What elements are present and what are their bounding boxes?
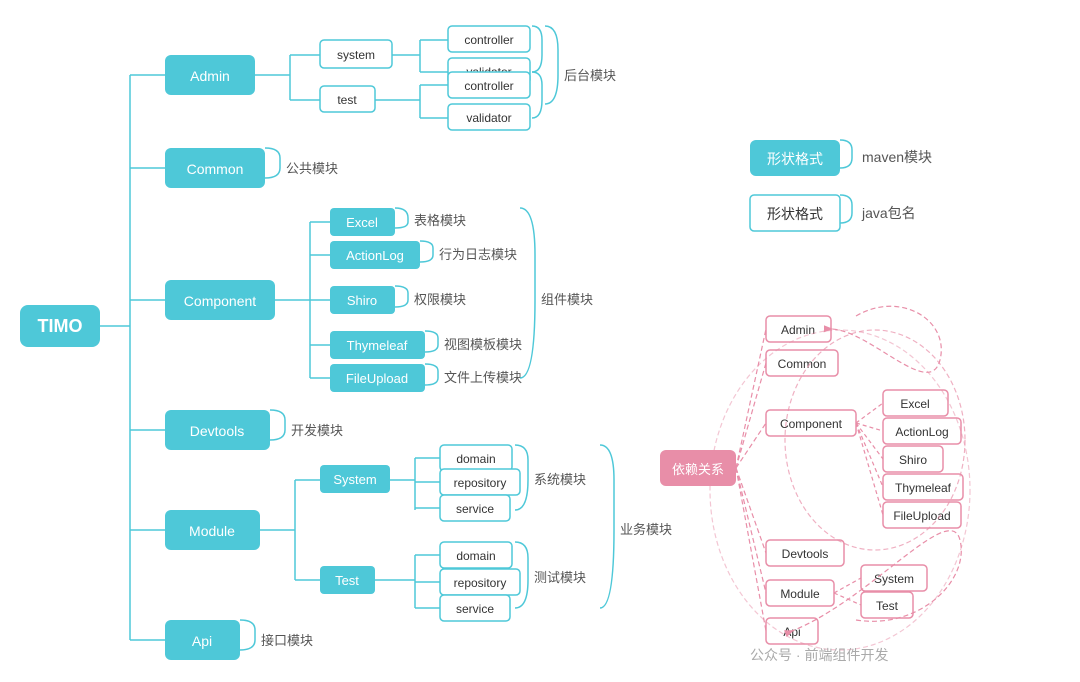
svg-text:test: test bbox=[337, 93, 357, 107]
legend-java-label: java包名 bbox=[861, 205, 916, 221]
node-component: Component bbox=[165, 280, 275, 320]
component-label: Component bbox=[184, 293, 256, 309]
right-system: System bbox=[861, 565, 927, 591]
svg-text:FileUpload: FileUpload bbox=[893, 509, 950, 523]
right-component: Component bbox=[766, 410, 856, 436]
node-excel: Excel bbox=[330, 208, 395, 236]
svg-text:Component: Component bbox=[780, 417, 843, 431]
node-test-admin: test bbox=[320, 86, 375, 112]
svg-text:Devtools: Devtools bbox=[782, 547, 829, 561]
node-thymeleaf: Thymeleaf bbox=[330, 331, 425, 359]
svg-text:Admin: Admin bbox=[781, 323, 815, 337]
svg-text:ActionLog: ActionLog bbox=[895, 425, 948, 439]
node-test-module: Test bbox=[320, 566, 375, 594]
node-actionlog: ActionLog bbox=[330, 241, 420, 269]
shiro-label: Shiro bbox=[347, 293, 377, 308]
right-common: Common bbox=[766, 350, 838, 376]
svg-text:Thymeleaf: Thymeleaf bbox=[895, 481, 952, 495]
node-repository-1: repository bbox=[440, 469, 520, 495]
dependency-node: 依赖关系 bbox=[660, 450, 736, 486]
node-admin: Admin bbox=[165, 55, 255, 95]
node-domain-1: domain bbox=[440, 445, 512, 471]
right-thymeleaf: Thymeleaf bbox=[883, 474, 963, 500]
node-fileupload: FileUpload bbox=[330, 364, 425, 392]
node-shiro: Shiro bbox=[330, 286, 395, 314]
right-test: Test bbox=[861, 592, 913, 618]
right-devtools: Devtools bbox=[766, 540, 844, 566]
module-module-label: 业务模块 bbox=[620, 522, 672, 537]
legend-shape-outline: 形状格式 bbox=[767, 206, 823, 222]
legend-maven-label: maven模块 bbox=[862, 149, 932, 165]
devtools-label: Devtools bbox=[190, 423, 244, 439]
svg-text:Excel: Excel bbox=[900, 397, 929, 411]
timo-label: TIMO bbox=[38, 316, 83, 336]
right-module: Module bbox=[766, 580, 834, 606]
thymeleaf-label: Thymeleaf bbox=[347, 338, 408, 353]
api-module-label: 接口模块 bbox=[261, 633, 313, 648]
svg-text:Module: Module bbox=[780, 587, 820, 601]
svg-text:Common: Common bbox=[778, 357, 827, 371]
right-fileupload: FileUpload bbox=[883, 502, 961, 528]
actionlog-label-text: 行为日志模块 bbox=[439, 247, 517, 262]
node-validator-2: validator bbox=[448, 104, 530, 130]
component-module-label: 组件模块 bbox=[541, 292, 593, 307]
excel-label-text: 表格模块 bbox=[414, 213, 466, 228]
svg-text:domain: domain bbox=[456, 452, 495, 466]
svg-text:validator: validator bbox=[466, 111, 511, 125]
node-repository-2: repository bbox=[440, 569, 520, 595]
node-controller-2: controller bbox=[448, 72, 530, 98]
legend: 形状格式 maven模块 形状格式 java包名 bbox=[750, 140, 932, 231]
node-system-admin: system bbox=[320, 40, 392, 68]
test-module-label: 测试模块 bbox=[534, 570, 586, 585]
fileupload-label: FileUpload bbox=[346, 371, 408, 386]
node-domain-2: domain bbox=[440, 542, 512, 568]
right-excel: Excel bbox=[883, 390, 948, 416]
svg-text:repository: repository bbox=[454, 576, 507, 590]
system-label: System bbox=[333, 472, 376, 487]
fileupload-label-text: 文件上传模块 bbox=[444, 370, 522, 385]
node-service-1: service bbox=[440, 495, 510, 521]
excel-label: Excel bbox=[346, 215, 378, 230]
system-module-label: 系统模块 bbox=[534, 472, 586, 487]
svg-text:system: system bbox=[337, 48, 375, 62]
svg-text:service: service bbox=[456, 602, 494, 616]
svg-text:Api: Api bbox=[783, 625, 800, 639]
svg-text:Test: Test bbox=[876, 599, 899, 613]
right-actionlog: ActionLog bbox=[883, 418, 961, 444]
node-api: Api bbox=[165, 620, 240, 660]
api-label: Api bbox=[192, 633, 212, 649]
shiro-label-text: 权限模块 bbox=[414, 292, 466, 307]
node-devtools: Devtools bbox=[165, 410, 270, 450]
svg-text:domain: domain bbox=[456, 549, 495, 563]
node-common: Common bbox=[165, 148, 265, 188]
actionlog-label: ActionLog bbox=[346, 248, 404, 263]
node-timo: TIMO bbox=[20, 305, 100, 347]
node-module: Module bbox=[165, 510, 260, 550]
svg-text:repository: repository bbox=[454, 476, 507, 490]
devtools-module-label: 开发模块 bbox=[291, 423, 343, 438]
svg-text:Shiro: Shiro bbox=[899, 453, 927, 467]
node-controller-1: controller bbox=[448, 26, 530, 52]
right-shiro: Shiro bbox=[883, 446, 943, 472]
dependency-label: 依赖关系 bbox=[672, 462, 724, 477]
watermark: 公众号 · 前端组件开发 bbox=[750, 647, 888, 663]
svg-text:System: System bbox=[874, 572, 914, 586]
admin-label: Admin bbox=[190, 68, 230, 84]
svg-text:controller: controller bbox=[464, 79, 513, 93]
node-system-module: System bbox=[320, 465, 390, 493]
thymeleaf-label-text: 视图模板模块 bbox=[444, 337, 522, 352]
node-service-2: service bbox=[440, 595, 510, 621]
module-label: Module bbox=[189, 523, 235, 539]
admin-module-label: 后台模块 bbox=[564, 68, 616, 83]
svg-text:controller: controller bbox=[464, 33, 513, 47]
diagram-container: TIMO Admin system controller validator t… bbox=[0, 0, 1080, 682]
common-module-label: 公共模块 bbox=[286, 161, 338, 176]
svg-text:service: service bbox=[456, 502, 494, 516]
legend-shape-filled: 形状格式 bbox=[767, 151, 823, 167]
common-label: Common bbox=[187, 161, 244, 177]
test-label: Test bbox=[335, 573, 359, 588]
